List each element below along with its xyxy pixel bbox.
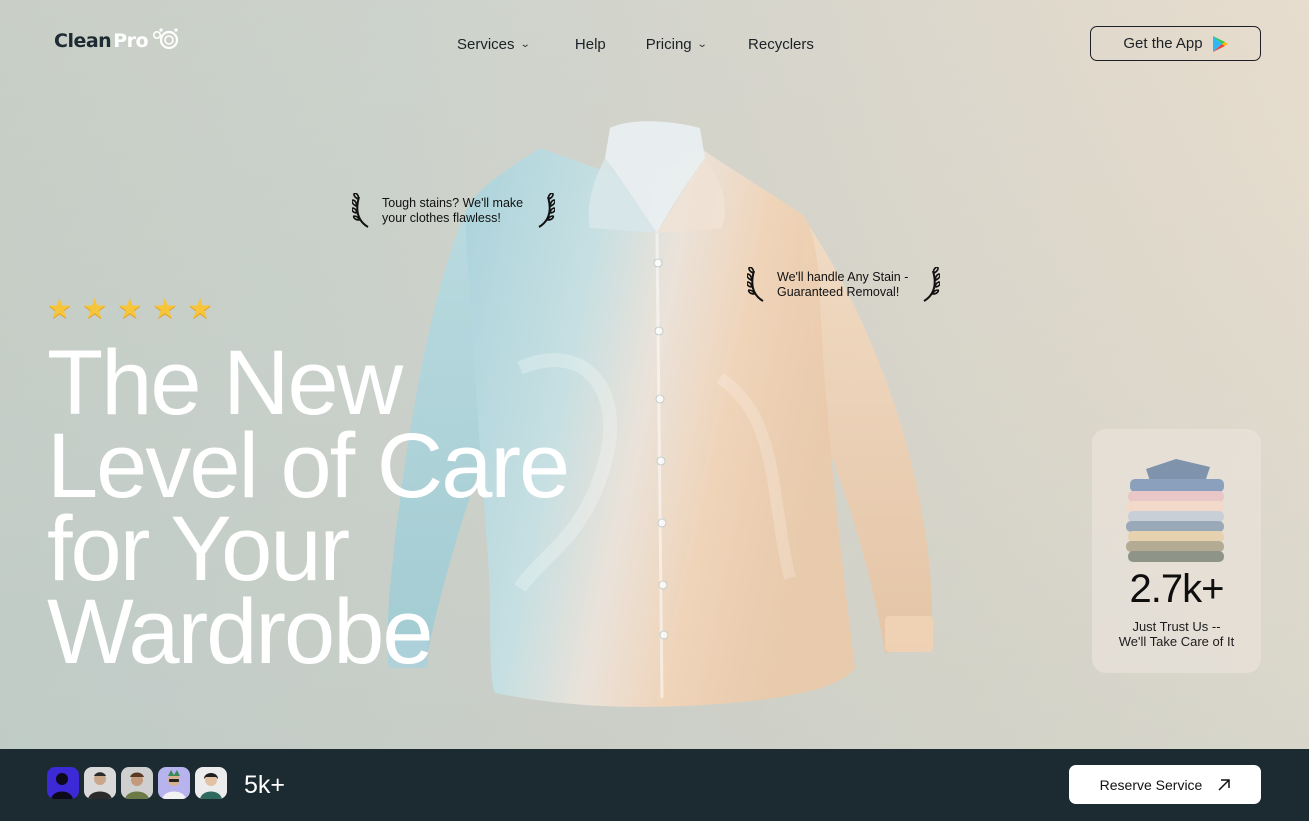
rating-stars: ★ ★ ★ ★ ★ [47, 292, 213, 326]
get-the-app-button[interactable]: Get the App [1090, 26, 1261, 61]
bubbles-icon [153, 28, 179, 50]
laurel-right-icon [923, 267, 941, 302]
avatar [47, 767, 79, 799]
stats-card: 2.7k+ Just Trust Us -- We'll Take Care o… [1092, 429, 1261, 673]
get-the-app-label: Get the App [1123, 35, 1203, 52]
badge-guarantee-text: We'll handle Any Stain - Guaranteed Remo… [777, 270, 908, 300]
arrow-up-right-icon [1218, 778, 1231, 791]
nav-services-label: Services [457, 35, 515, 53]
laurel-badge-stains: Tough stains? We'll make your clothes fl… [352, 193, 556, 228]
reserve-service-label: Reserve Service [1099, 776, 1203, 793]
avatar [158, 767, 190, 799]
stats-value: 2.7k+ [1129, 567, 1225, 611]
hero-headline: The New Level of Care for Your Wardrobe [47, 332, 570, 683]
laurel-badge-guarantee: We'll handle Any Stain - Guaranteed Remo… [747, 267, 941, 302]
star-icon: ★ [117, 293, 143, 324]
laurel-right-icon [538, 193, 556, 228]
main-nav: Services ⌄ Help Pricing ⌄ Recyclers [457, 34, 814, 54]
logo[interactable]: Clean Pro [54, 28, 181, 52]
nav-help[interactable]: Help [575, 36, 606, 53]
folded-clothes-image [1126, 459, 1224, 562]
stats-caption-line2: We'll Take Care of It [1118, 634, 1235, 649]
badge-stains-line2: your clothes flawless! [382, 210, 501, 225]
chevron-down-icon: ⌄ [696, 38, 708, 50]
nav-services[interactable]: Services ⌄ [457, 35, 531, 53]
logo-text-clean: Clean [54, 30, 112, 52]
star-icon: ★ [47, 293, 73, 324]
star-icon: ★ [152, 293, 178, 324]
laurel-left-icon [352, 193, 369, 228]
bottom-bar: 5k+ Reserve Service [0, 749, 1309, 821]
customer-count: 5k+ [244, 771, 286, 799]
reserve-service-button[interactable]: Reserve Service [1069, 765, 1261, 804]
avatar [195, 767, 227, 799]
avatar [84, 767, 116, 799]
nav-recyclers[interactable]: Recyclers [748, 36, 814, 53]
avatar [121, 767, 153, 799]
badge-stains-text: Tough stains? We'll make your clothes fl… [382, 196, 523, 226]
logo-text-pro: Pro [113, 30, 149, 52]
nav-pricing-label: Pricing [645, 35, 692, 53]
headline-line-1: The New [47, 332, 403, 434]
star-icon: ★ [187, 293, 213, 324]
chevron-down-icon: ⌄ [519, 38, 531, 50]
stats-caption-line1: Just Trust Us -- [1132, 619, 1221, 634]
nav-recyclers-label: Recyclers [748, 35, 814, 53]
stats-caption: Just Trust Us -- We'll Take Care of It [1092, 619, 1261, 649]
customer-avatars [47, 767, 227, 799]
google-play-icon [1212, 35, 1228, 52]
badge-guarantee-line2: Guaranteed Removal! [777, 284, 900, 299]
headline-line-4: Wardrobe [47, 581, 434, 683]
headline-line-3: for Your [47, 498, 350, 600]
nav-pricing[interactable]: Pricing ⌄ [645, 35, 708, 53]
headline-line-2: Level of Care [47, 415, 570, 517]
nav-help-label: Help [574, 35, 606, 53]
star-icon: ★ [82, 293, 108, 324]
badge-guarantee-line1: We'll handle Any Stain - [777, 269, 909, 284]
laurel-left-icon [747, 267, 764, 302]
badge-stains-line1: Tough stains? We'll make [382, 195, 524, 210]
